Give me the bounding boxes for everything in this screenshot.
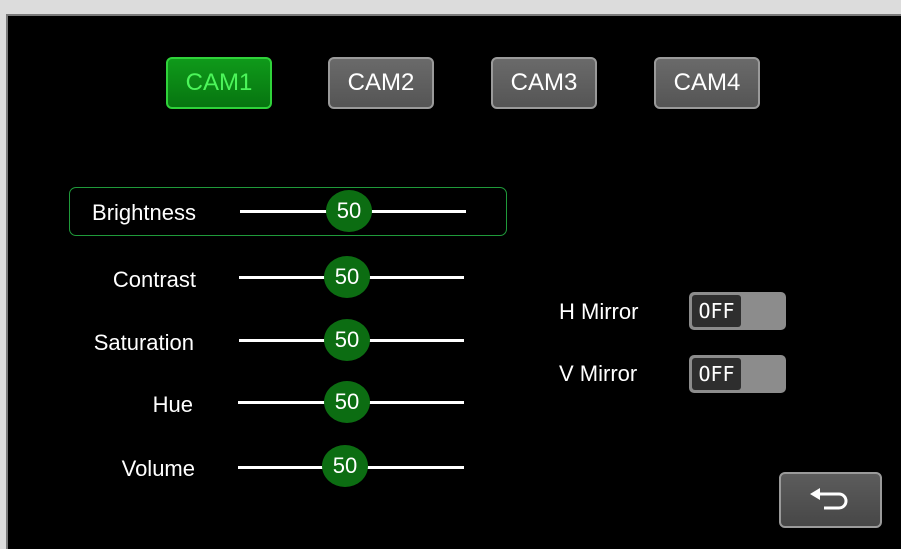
brightness-knob[interactable]: 50	[326, 190, 372, 232]
tab-cam1[interactable]: CAM1	[166, 57, 272, 109]
contrast-knob[interactable]: 50	[324, 256, 370, 298]
hue-knob[interactable]: 50	[324, 381, 370, 423]
v-mirror-state: OFF	[692, 358, 741, 390]
volume-value: 50	[332, 453, 358, 478]
h-mirror-toggle[interactable]: OFF	[689, 292, 786, 330]
h-mirror-state: OFF	[692, 295, 741, 327]
tab-cam4[interactable]: CAM4	[654, 57, 760, 109]
brightness-label: Brightness	[92, 200, 196, 225]
volume-label: Volume	[121, 456, 195, 481]
saturation-knob[interactable]: 50	[324, 319, 370, 361]
hue-label: Hue	[152, 392, 193, 417]
contrast-label: Contrast	[112, 267, 196, 292]
h-mirror-label: H Mirror	[559, 299, 639, 324]
brightness-value: 50	[336, 198, 362, 223]
tab-cam2-label: CAM2	[347, 69, 415, 96]
tab-cam3[interactable]: CAM3	[491, 57, 597, 109]
return-arrow-icon	[809, 488, 847, 510]
tab-cam2[interactable]: CAM2	[328, 57, 434, 109]
v-mirror-toggle[interactable]: OFF	[689, 355, 786, 393]
back-button[interactable]	[779, 472, 882, 528]
contrast-value: 50	[334, 264, 360, 289]
tab-cam3-label: CAM3	[510, 69, 578, 96]
tab-cam1-label: CAM1	[185, 69, 253, 96]
saturation-value: 50	[334, 327, 360, 352]
volume-knob[interactable]: 50	[322, 445, 368, 487]
v-mirror-label: V Mirror	[559, 361, 638, 386]
hue-value: 50	[334, 389, 360, 414]
camera-settings-screen: CAM1 CAM2 CAM3 CAM4 Brightness 50 Contra…	[6, 14, 901, 549]
saturation-label: Saturation	[93, 330, 194, 355]
tab-cam4-label: CAM4	[673, 69, 741, 96]
